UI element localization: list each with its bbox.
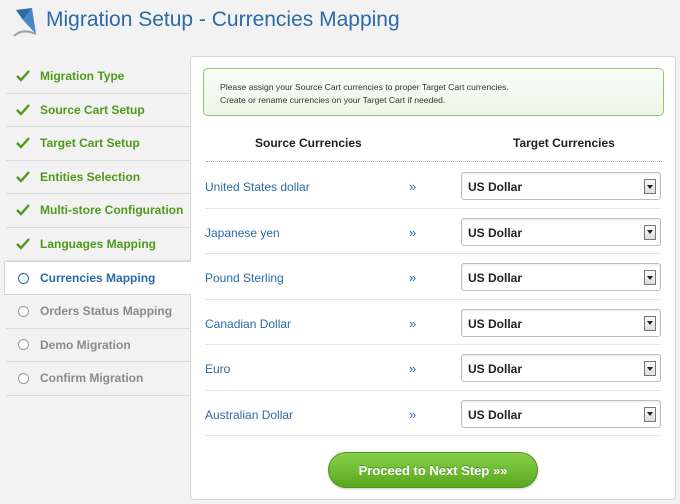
currency-row: Pound Sterling » US Dollar (205, 254, 661, 300)
selected-value: US Dollar (468, 180, 523, 194)
step-label: Languages Mapping (40, 236, 157, 251)
target-currency-select[interactable]: US Dollar (461, 308, 661, 337)
source-currency-label: Australian Dollar (205, 407, 294, 422)
currency-row: United States dollar » US Dollar (205, 163, 661, 209)
step-demo-migration[interactable]: Demo Migration (6, 329, 190, 362)
step-label: Confirm Migration (40, 371, 144, 386)
selected-value: US Dollar (468, 225, 523, 240)
mapping-arrow-icon: » (409, 270, 417, 285)
dropdown-arrow-icon[interactable] (644, 179, 656, 194)
source-currency-label: Japanese yen (205, 225, 280, 240)
selected-value: US Dollar (468, 271, 523, 285)
step-multi-store-configuration[interactable]: Multi-store Configuration (6, 194, 190, 228)
currency-row: Canadian Dollar » US Dollar (205, 300, 661, 345)
migration-logo-icon (12, 6, 42, 38)
currency-row: Euro » US Dollar (205, 345, 661, 391)
selected-value: US Dollar (468, 407, 523, 422)
dropdown-arrow-icon[interactable] (644, 270, 656, 285)
source-currency-label: Canadian Dollar (205, 316, 292, 331)
circle-icon (16, 271, 30, 285)
circle-icon (16, 304, 30, 318)
currencies-panel: Please assign your Source Cart currencie… (190, 56, 676, 500)
notice-line-2: Create or rename currencies on your Targ… (220, 95, 446, 105)
dropdown-arrow-icon[interactable] (644, 406, 656, 422)
checkmark-icon (16, 170, 30, 184)
circle-icon (16, 338, 30, 352)
checkmark-icon (16, 136, 30, 150)
step-languages-mapping[interactable]: Languages Mapping (6, 228, 190, 261)
step-label: Entities Selection (40, 169, 141, 184)
page-header: Migration Setup - Currencies Mapping (0, 0, 680, 44)
currency-row: Japanese yen » US Dollar (205, 209, 661, 254)
target-currency-select[interactable]: US Dollar (461, 217, 661, 246)
source-currencies-header: Source Currencies (255, 136, 362, 150)
step-label: Migration Type (40, 69, 125, 84)
source-currency-label: Pound Sterling (205, 271, 284, 285)
checkmark-icon (16, 69, 30, 83)
mapping-arrow-icon: » (409, 179, 417, 194)
dropdown-arrow-icon[interactable] (644, 361, 656, 376)
steps-sidebar: Migration Type Source Cart Setup Target … (4, 60, 191, 396)
step-source-cart-setup[interactable]: Source Cart Setup (6, 94, 190, 127)
circle-icon (16, 371, 30, 385)
mapping-arrow-icon: » (409, 406, 417, 422)
proceed-next-step-button[interactable]: Proceed to Next Step »» (328, 452, 538, 488)
checkmark-icon (16, 237, 30, 251)
target-currency-select[interactable]: US Dollar (461, 354, 661, 382)
info-notice: Please assign your Source Cart currencie… (203, 68, 664, 116)
source-currency-label: Euro (205, 362, 231, 376)
step-migration-type[interactable]: Migration Type (6, 60, 190, 94)
step-currencies-mapping[interactable]: Currencies Mapping (4, 261, 191, 295)
step-label: Multi-store Configuration (40, 203, 184, 218)
dropdown-arrow-icon[interactable] (644, 315, 656, 331)
mapping-arrow-icon: » (409, 224, 417, 240)
source-currency-label: United States dollar (205, 180, 310, 194)
step-orders-status-mapping[interactable]: Orders Status Mapping (6, 295, 190, 329)
target-currency-select[interactable]: US Dollar (461, 172, 661, 200)
step-label: Demo Migration (40, 337, 131, 352)
step-label: Orders Status Mapping (40, 304, 173, 319)
currency-row: Australian Dollar » US Dollar (205, 391, 661, 436)
header-divider (206, 161, 662, 162)
step-target-cart-setup[interactable]: Target Cart Setup (6, 127, 190, 161)
step-label: Target Cart Setup (40, 136, 140, 151)
step-entities-selection[interactable]: Entities Selection (6, 161, 190, 194)
mapping-arrow-icon: » (409, 315, 417, 331)
target-currency-select[interactable]: US Dollar (461, 263, 661, 291)
step-confirm-migration[interactable]: Confirm Migration (6, 362, 190, 396)
step-label: Currencies Mapping (40, 271, 156, 285)
target-currency-select[interactable]: US Dollar (461, 399, 661, 428)
page-title: Migration Setup - Currencies Mapping (46, 8, 400, 31)
selected-value: US Dollar (468, 362, 523, 376)
checkmark-icon (16, 103, 30, 117)
dropdown-arrow-icon[interactable] (644, 224, 656, 240)
checkmark-icon (16, 203, 30, 217)
target-currencies-header: Target Currencies (513, 136, 615, 150)
step-label: Source Cart Setup (40, 102, 145, 117)
notice-line-1: Please assign your Source Cart currencie… (220, 82, 509, 92)
selected-value: US Dollar (468, 316, 523, 331)
mapping-arrow-icon: » (409, 361, 417, 376)
